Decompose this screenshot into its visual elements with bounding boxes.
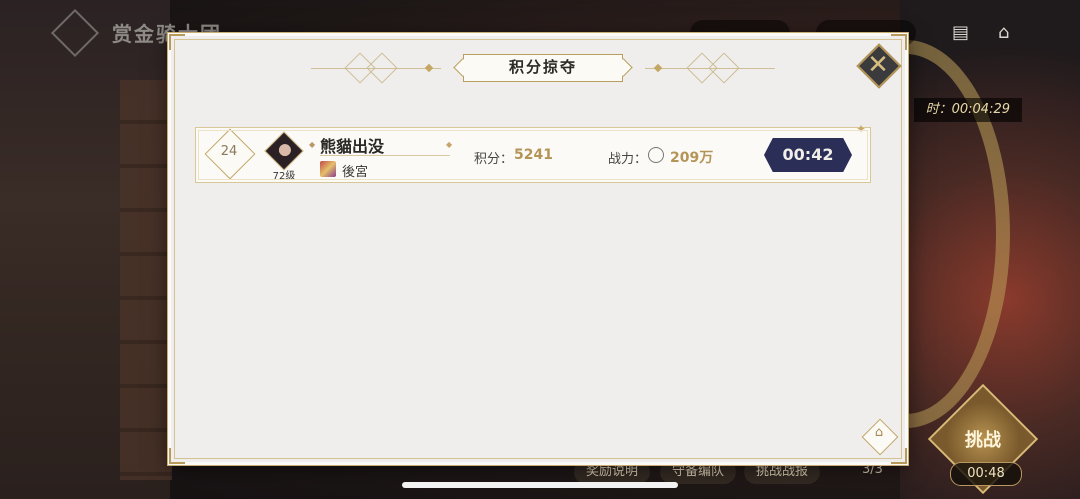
- close-button[interactable]: [856, 43, 902, 89]
- plunder-timer-button[interactable]: 00:42: [762, 138, 854, 172]
- dialog-border: [174, 39, 902, 459]
- guild-icon: [320, 161, 336, 177]
- corner-ornament: [169, 448, 185, 464]
- power-value: 209万: [670, 150, 714, 166]
- name-end-ornament-icon: ◆: [446, 140, 453, 149]
- chat-icon[interactable]: ▤: [952, 22, 969, 43]
- header-dot-left: [424, 63, 434, 73]
- score-label: 积分：: [474, 152, 514, 167]
- challenge-timer: 00:48: [950, 462, 1022, 486]
- guild-name: 後宮: [342, 165, 369, 180]
- player-name: 熊貓出没: [320, 137, 385, 156]
- dialog-title-plate: 积分掠夺: [463, 54, 623, 82]
- player-level: 72级: [272, 171, 296, 182]
- home-icon[interactable]: ⌂: [998, 22, 1009, 43]
- home-indicator[interactable]: [402, 482, 678, 488]
- plunder-target-row: 24 72级 ◆ 熊貓出没 ◆ 後宮 积分： 5241 战力： 209万 00:…: [195, 122, 871, 183]
- name-divider: [320, 155, 450, 156]
- corner-ornament: [169, 34, 185, 50]
- avatar[interactable]: [264, 131, 304, 171]
- header-dot-right: [653, 63, 663, 73]
- score-plunder-dialog: 积分掠夺 ✕ 24 72级 ◆ 熊貓出没 ◆ 後宮 积分： 5241 战力： 2…: [168, 33, 908, 465]
- header-diamond-right-2: [708, 52, 740, 84]
- plunder-timer: 00:42: [782, 145, 834, 164]
- event-timer: 时：00:04:29: [913, 98, 1022, 122]
- header-diamond-left-2: [366, 52, 398, 84]
- sparkle-icon: ✦: [856, 122, 867, 136]
- corner-ornament: [891, 448, 907, 464]
- background-pillar: [120, 80, 172, 480]
- rank-number: 24: [220, 144, 238, 159]
- dialog-title: 积分掠夺: [508, 58, 577, 76]
- score-value: 5241: [514, 147, 553, 163]
- power-label: 战力：: [608, 152, 648, 167]
- power-icon: [648, 147, 664, 163]
- name-ornament-icon: ◆: [309, 140, 316, 149]
- corner-ornament: [891, 34, 907, 50]
- challenge-label: 挑战: [965, 430, 1001, 451]
